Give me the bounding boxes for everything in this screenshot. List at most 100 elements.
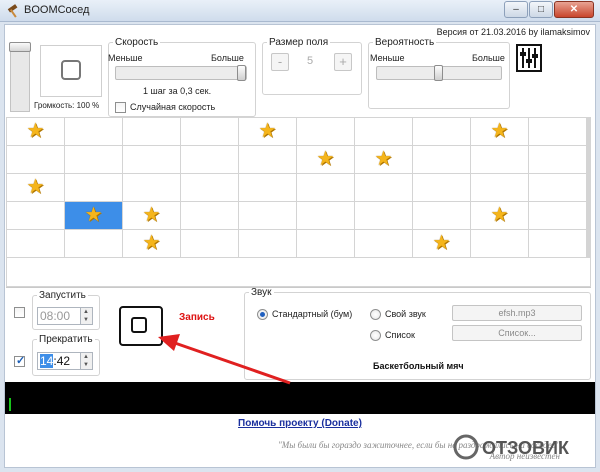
- speed-value: 1 шаг за 0,3 сек.: [143, 86, 212, 96]
- star-icon: ★: [258, 120, 277, 142]
- maximize-button[interactable]: □: [529, 1, 553, 18]
- star-icon: ★: [490, 204, 509, 226]
- grid-cell[interactable]: [65, 118, 122, 145]
- grid-cell[interactable]: [471, 230, 528, 257]
- record-icon: [131, 317, 147, 333]
- grid-cell[interactable]: [529, 118, 586, 145]
- star-icon: ★: [374, 148, 393, 170]
- grid-cell[interactable]: [65, 230, 122, 257]
- stop-time-hours: 14: [40, 354, 54, 368]
- sound-list-label: Список: [385, 330, 415, 340]
- grid-cell[interactable]: [239, 202, 296, 229]
- start-label: Запустить: [39, 290, 86, 301]
- grid-cell[interactable]: ★: [355, 146, 412, 173]
- grid-cell[interactable]: [181, 174, 238, 201]
- random-speed-checkbox[interactable]: [115, 102, 126, 113]
- start-time-input[interactable]: 08:00: [37, 307, 81, 325]
- sound-list-radio[interactable]: [370, 330, 381, 341]
- donate-link[interactable]: Помочь проекту (Donate): [0, 418, 600, 429]
- grid-cell[interactable]: [355, 230, 412, 257]
- field-size-plus-button[interactable]: +: [334, 53, 352, 71]
- start-checkbox[interactable]: [14, 307, 25, 318]
- grid-cell[interactable]: [413, 174, 470, 201]
- grid-cell[interactable]: [355, 118, 412, 145]
- close-button[interactable]: ✕: [554, 1, 594, 18]
- grid-cell[interactable]: ★: [7, 174, 64, 201]
- grid-cell[interactable]: [181, 118, 238, 145]
- probability-slider-thumb[interactable]: [434, 65, 443, 81]
- volume-slider-thumb[interactable]: [9, 42, 31, 52]
- field-size-legend: Размер поля: [269, 37, 329, 48]
- sound-legend: Звук: [251, 287, 272, 298]
- grid-cell[interactable]: [239, 146, 296, 173]
- grid-cell[interactable]: [355, 202, 412, 229]
- grid-cell[interactable]: [471, 146, 528, 173]
- grid-cell[interactable]: [239, 230, 296, 257]
- grid-cell[interactable]: ★: [65, 202, 122, 229]
- grid-cell[interactable]: [65, 146, 122, 173]
- volume-label: Громкость: 100 %: [34, 101, 100, 110]
- grid-cell[interactable]: [7, 146, 64, 173]
- title-bar[interactable]: BOOMСосед – □ ✕: [0, 0, 600, 22]
- equalizer-icon[interactable]: [516, 44, 542, 72]
- play-button[interactable]: [40, 45, 102, 97]
- grid-cell[interactable]: [297, 202, 354, 229]
- grid-cell[interactable]: [297, 174, 354, 201]
- minimize-button[interactable]: –: [504, 1, 528, 18]
- grid-cell[interactable]: [529, 174, 586, 201]
- grid-cell[interactable]: [239, 174, 296, 201]
- grid-cell[interactable]: ★: [413, 230, 470, 257]
- star-icon: ★: [26, 176, 45, 198]
- star-icon: ★: [490, 120, 509, 142]
- grid-cell[interactable]: ★: [123, 230, 180, 257]
- grid-cell[interactable]: [355, 174, 412, 201]
- field-size-minus-button[interactable]: -: [271, 53, 289, 71]
- grid-cell[interactable]: ★: [297, 146, 354, 173]
- sound-own-radio[interactable]: [370, 309, 381, 320]
- stop-checkbox[interactable]: [14, 354, 25, 367]
- grid-cell[interactable]: [181, 230, 238, 257]
- level-indicator: [9, 398, 11, 411]
- speed-slider[interactable]: [115, 66, 247, 80]
- grid-cell[interactable]: [181, 146, 238, 173]
- grid-cell[interactable]: [471, 174, 528, 201]
- stop-time-minutes: :42: [53, 354, 71, 368]
- grid-cell[interactable]: ★: [7, 118, 64, 145]
- grid-cell[interactable]: [7, 202, 64, 229]
- grid-cell[interactable]: [529, 230, 586, 257]
- grid-cell[interactable]: ★: [471, 118, 528, 145]
- grid-cell[interactable]: [181, 202, 238, 229]
- sound-standard-radio[interactable]: [257, 309, 268, 320]
- grid-cell[interactable]: [413, 118, 470, 145]
- volume-slider[interactable]: [10, 42, 30, 112]
- house-grid: ★ ★ ★ ★ ★ ★ ★ ★ ★ ★ ★: [6, 117, 591, 287]
- grid-cell[interactable]: [123, 146, 180, 173]
- probability-legend: Вероятность: [375, 37, 435, 48]
- grid-cell[interactable]: [529, 146, 586, 173]
- stop-time-input[interactable]: 14:42: [37, 352, 81, 370]
- grid-cell[interactable]: ★: [123, 202, 180, 229]
- speed-slider-thumb[interactable]: [237, 65, 246, 81]
- grid-cell[interactable]: [413, 202, 470, 229]
- stop-time-spinner[interactable]: ▲ ▼: [81, 352, 93, 370]
- grid-cell[interactable]: [123, 174, 180, 201]
- sound-list-button[interactable]: Список...: [452, 325, 582, 341]
- sound-file-field[interactable]: efsh.mp3: [452, 305, 582, 321]
- star-icon: ★: [432, 232, 451, 254]
- grid-cell[interactable]: [123, 118, 180, 145]
- grid-cell[interactable]: [529, 202, 586, 229]
- grid-cell[interactable]: [413, 146, 470, 173]
- grid-cell[interactable]: ★: [239, 118, 296, 145]
- grid-cell[interactable]: [7, 230, 64, 257]
- stop-label: Прекратить: [39, 334, 93, 345]
- field-size-value: 5: [307, 55, 314, 67]
- grid-cell[interactable]: [297, 118, 354, 145]
- otzovik-watermark: ОТЗОВИК: [453, 434, 570, 460]
- probability-less-label: Меньше: [370, 53, 405, 63]
- grid-cell[interactable]: [297, 230, 354, 257]
- grid-cell[interactable]: ★: [471, 202, 528, 229]
- start-time-spinner[interactable]: ▲ ▼: [81, 307, 93, 325]
- grid-cell[interactable]: [65, 174, 122, 201]
- stop-icon: [61, 60, 81, 80]
- sound-standard-label: Стандартный (бум): [272, 309, 353, 319]
